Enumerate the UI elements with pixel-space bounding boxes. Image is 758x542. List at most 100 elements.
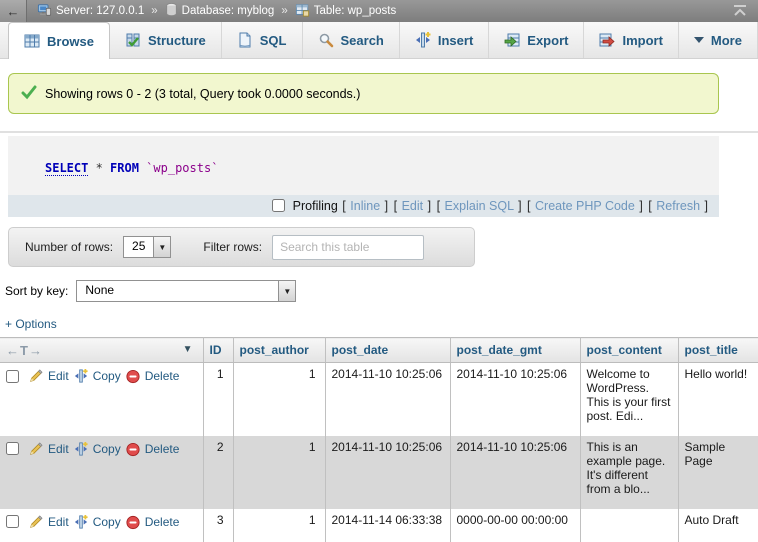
column-header-post-title[interactable]: post_title (678, 338, 758, 363)
bracket: ] (639, 199, 642, 213)
results-table: ←T→ ▼ ID post_author post_date post_date… (0, 337, 758, 542)
tab-import-label: Import (622, 33, 662, 48)
tab-browse[interactable]: Browse (8, 22, 110, 59)
row-checkbox[interactable] (6, 515, 19, 528)
breadcrumb: Server: 127.0.0.1 » Database: myblog » T… (37, 3, 396, 20)
cell-post-content[interactable]: This is an example page. It's different … (580, 436, 678, 509)
column-nav-arrows[interactable]: ←T→ (6, 343, 43, 358)
column-header-post-author[interactable]: post_author (233, 338, 325, 363)
tab-sql-label: SQL (260, 33, 287, 48)
import-icon (599, 32, 615, 48)
cell-post-date-gmt[interactable]: 2014-11-10 10:25:06 (450, 436, 580, 509)
column-header-post-date[interactable]: post_date (325, 338, 450, 363)
tab-more[interactable]: More (679, 22, 758, 58)
search-icon (318, 32, 334, 48)
row-checkbox[interactable] (6, 370, 19, 383)
export-icon (504, 32, 520, 48)
refresh-link[interactable]: Refresh (656, 199, 700, 213)
number-of-rows-label: Number of rows: (25, 240, 113, 254)
dropdown-arrow-icon: ▼ (278, 281, 295, 301)
edit-row-link[interactable]: Edit (48, 515, 69, 529)
header-actions-cell: ←T→ ▼ (0, 338, 203, 363)
status-message-text: Showing rows 0 - 2 (3 total, Query took … (45, 87, 360, 101)
sort-by-key-value: None (77, 281, 122, 301)
pencil-icon (29, 442, 43, 456)
tab-sql[interactable]: SQL (222, 22, 303, 58)
sql-icon (237, 32, 253, 48)
table-row: Edit Copy Delete 2 1 2014-11-10 10:25:06… (0, 436, 758, 509)
delete-row-link[interactable]: Delete (145, 442, 180, 456)
edit-row-link[interactable]: Edit (48, 369, 69, 383)
explain-sql-link[interactable]: Explain SQL (445, 199, 514, 213)
delete-row-link[interactable]: Delete (145, 515, 180, 529)
tab-search[interactable]: Search (303, 22, 400, 58)
back-arrow-icon: ← (7, 4, 20, 19)
bracket: ] (385, 199, 388, 213)
cell-post-date[interactable]: 2014-11-10 10:25:06 (325, 363, 450, 436)
sql-keyword-select[interactable]: SELECT (45, 161, 88, 176)
table-row: Edit Copy Delete 1 1 2014-11-10 10:25:06… (0, 363, 758, 436)
cell-id[interactable]: 3 (203, 509, 233, 542)
copy-row-link[interactable]: Copy (93, 442, 121, 456)
edit-query-link[interactable]: Edit (402, 199, 424, 213)
query-actions-bar: Profiling [ Inline ] [ Edit ] [ Explain … (8, 195, 719, 217)
cell-post-date[interactable]: 2014-11-14 06:33:38 (325, 509, 450, 542)
back-button[interactable]: ← (0, 0, 27, 22)
table-row: Edit Copy Delete 3 1 2014-11-14 06:33:38… (0, 509, 758, 542)
sort-by-key-row: Sort by key: None ▼ (5, 280, 758, 302)
cell-post-title[interactable]: Sample Page (678, 436, 758, 509)
sql-star: * (88, 161, 110, 175)
bracket: [ (342, 199, 345, 213)
options-toggle-link[interactable]: + Options (5, 317, 57, 331)
section-divider (0, 131, 758, 133)
bracket: ] (705, 199, 708, 213)
delete-icon (126, 442, 140, 456)
row-actions: Edit Copy Delete (6, 367, 197, 383)
cell-post-author[interactable]: 1 (233, 509, 325, 542)
sort-by-key-select[interactable]: None ▼ (76, 280, 296, 302)
edit-row-link[interactable]: Edit (48, 442, 69, 456)
cell-post-content[interactable] (580, 509, 678, 542)
breadcrumb-table[interactable]: Table: wp_posts (295, 3, 396, 20)
collapse-menubar-icon[interactable] (732, 4, 748, 20)
tab-import[interactable]: Import (584, 22, 678, 58)
filter-rows-input[interactable] (272, 235, 424, 260)
success-check-icon (21, 84, 37, 103)
cell-post-author[interactable]: 1 (233, 363, 325, 436)
copy-row-link[interactable]: Copy (93, 369, 121, 383)
cell-post-title[interactable]: Hello world! (678, 363, 758, 436)
row-checkbox[interactable] (6, 442, 19, 455)
cell-post-title[interactable]: Auto Draft (678, 509, 758, 542)
insert-icon (415, 32, 431, 48)
cell-post-date-gmt[interactable]: 2014-11-10 10:25:06 (450, 363, 580, 436)
number-of-rows-value: 25 (124, 237, 153, 257)
bracket: [ (394, 199, 397, 213)
cell-post-date[interactable]: 2014-11-10 10:25:06 (325, 436, 450, 509)
phpmyadmin-browse-page: ← Server: 127.0.0.1 » Database: myblog »… (0, 0, 758, 542)
copy-row-link[interactable]: Copy (93, 515, 121, 529)
cell-id[interactable]: 2 (203, 436, 233, 509)
sort-options-icon[interactable]: ▼ (183, 344, 193, 355)
tab-structure[interactable]: Structure (110, 22, 222, 58)
cell-post-date-gmt[interactable]: 0000-00-00 00:00:00 (450, 509, 580, 542)
profiling-checkbox[interactable] (272, 199, 285, 212)
delete-row-link[interactable]: Delete (145, 369, 180, 383)
cell-id[interactable]: 1 (203, 363, 233, 436)
status-message: Showing rows 0 - 2 (3 total, Query took … (8, 73, 719, 114)
inline-link[interactable]: Inline (350, 199, 380, 213)
column-header-id[interactable]: ID (203, 338, 233, 363)
column-header-post-content[interactable]: post_content (580, 338, 678, 363)
number-of-rows-select[interactable]: 25 ▼ (123, 236, 171, 258)
cell-post-content[interactable]: Welcome to WordPress. This is your first… (580, 363, 678, 436)
tab-insert[interactable]: Insert (400, 22, 489, 58)
sql-table-identifier: `wp_posts` (139, 161, 218, 175)
breadcrumb-database[interactable]: Database: myblog (165, 3, 275, 20)
tab-export[interactable]: Export (489, 22, 584, 58)
create-php-code-link[interactable]: Create PHP Code (535, 199, 635, 213)
sql-query-text: SELECT * FROM `wp_posts` (8, 136, 719, 195)
dropdown-arrow-icon: ▼ (153, 237, 170, 257)
breadcrumb-server[interactable]: Server: 127.0.0.1 (37, 3, 144, 20)
cell-post-author[interactable]: 1 (233, 436, 325, 509)
server-icon (37, 3, 52, 20)
column-header-post-date-gmt[interactable]: post_date_gmt (450, 338, 580, 363)
